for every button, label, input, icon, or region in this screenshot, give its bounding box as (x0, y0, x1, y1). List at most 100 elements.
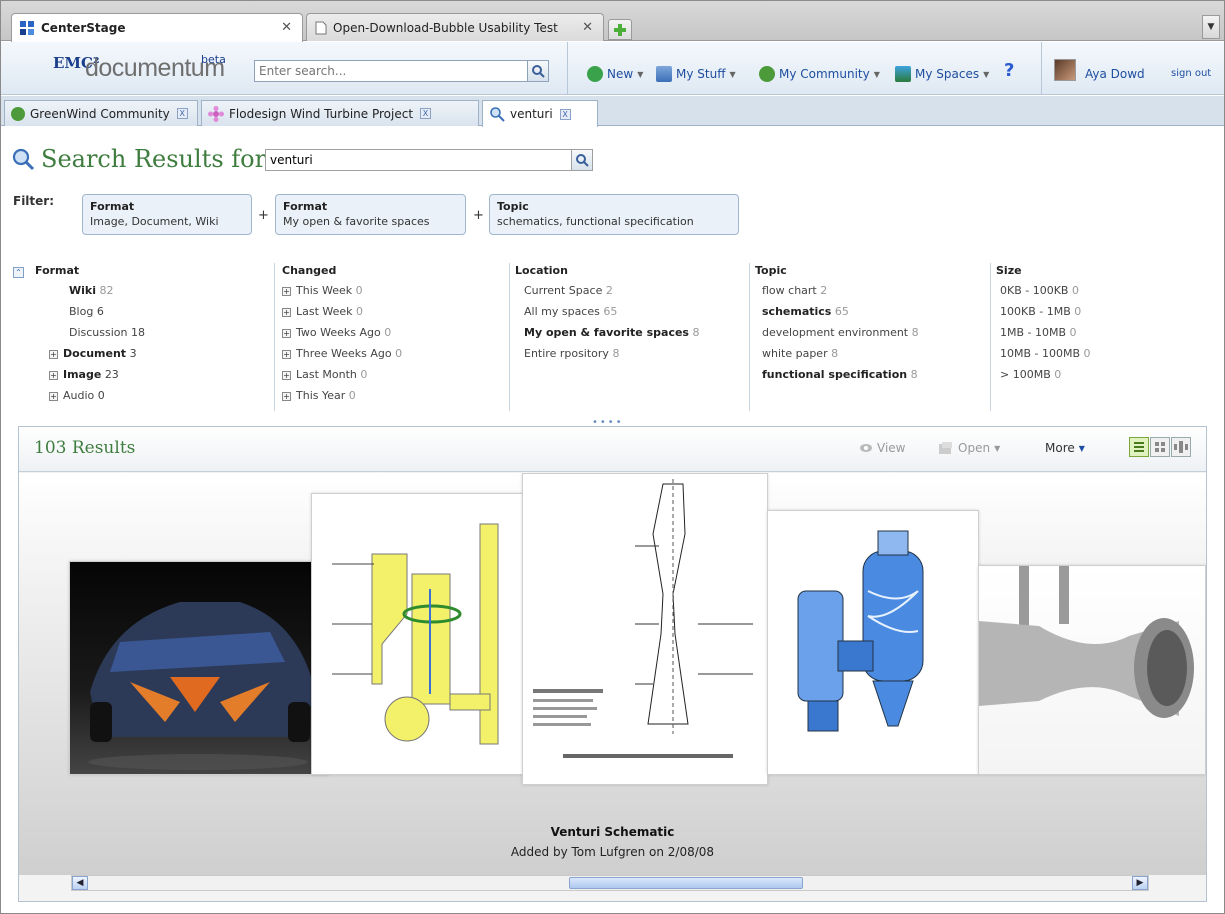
tab-flodesign-project[interactable]: Flodesign Wind Turbine Project X (201, 100, 479, 126)
facet-count: 0 (355, 284, 363, 297)
facet-count: 0 (395, 347, 403, 360)
grid-view-icon[interactable] (1150, 437, 1170, 457)
expand-icon[interactable]: + (49, 349, 58, 359)
expand-icon[interactable]: + (282, 286, 291, 296)
facet-item-size-2[interactable]: 100KB - 1MB 0 (996, 301, 1216, 322)
my-stuff-menu[interactable]: My Stuff ▼ (656, 66, 736, 82)
tab-venturi[interactable]: venturi X (482, 100, 598, 127)
facet-item-two-weeks-ago[interactable]: + Two Weeks Ago 0 (282, 322, 507, 343)
expand-icon[interactable]: + (282, 328, 291, 338)
coverflow-view-icon[interactable] (1171, 437, 1191, 457)
more-label: More (1045, 441, 1075, 455)
facet-item-audio[interactable]: + Audio 0 (35, 385, 265, 406)
sign-out-link[interactable]: sign out (1171, 68, 1211, 79)
facet-item-three-weeks-ago[interactable]: + Three Weeks Ago 0 (282, 343, 507, 364)
my-spaces-menu[interactable]: My Spaces ▼ (895, 66, 989, 82)
workspace-tab-bar: GreenWind Community X Flodesign Wind Tur… (1, 96, 1224, 127)
result-thumbnail[interactable] (311, 493, 527, 775)
facet-item-size-3[interactable]: 1MB - 10MB 0 (996, 322, 1216, 343)
facet-label: Discussion (69, 326, 128, 339)
filter-chip-format-types[interactable]: Format Image, Document, Wiki (82, 194, 252, 235)
browser-tab-centerstage[interactable]: CenterStage ✕ (11, 13, 303, 42)
open-button[interactable]: Open ▼ (938, 441, 1000, 455)
facet-item-flow-chart[interactable]: flow chart 2 (755, 280, 985, 301)
facet-item-development-environment[interactable]: development environment 8 (755, 322, 985, 343)
facet-count: 8 (692, 326, 700, 339)
tab-greenwind-community[interactable]: GreenWind Community X (4, 100, 198, 126)
project-icon (208, 105, 224, 122)
facet-item-schematics[interactable]: schematics 65 (755, 301, 985, 322)
facet-item-current-space[interactable]: Current Space 2 (515, 280, 745, 301)
global-search-button[interactable] (527, 60, 549, 82)
facet-label: My open & favorite spaces (524, 326, 689, 339)
chevron-down-icon: ▼ (1207, 22, 1215, 32)
facet-count: 8 (612, 347, 620, 360)
facet-item-size-4[interactable]: 10MB - 100MB 0 (996, 343, 1216, 364)
close-tab-icon[interactable]: ✕ (582, 20, 593, 35)
help-icon[interactable]: ? (1004, 60, 1014, 81)
result-thumbnail[interactable] (978, 565, 1206, 775)
search-button[interactable] (571, 149, 593, 171)
close-icon[interactable]: X (559, 108, 571, 120)
global-search-input[interactable] (255, 61, 525, 81)
results-header: 103 Results View Open ▼ More ▼ (19, 427, 1206, 472)
expand-icon[interactable]: + (282, 349, 291, 359)
user-name-link[interactable]: Aya Dowd (1085, 67, 1145, 81)
facet-label: This Year (296, 389, 346, 402)
search-query-input[interactable] (266, 150, 566, 170)
new-menu[interactable]: New ▼ (587, 66, 643, 82)
facet-label: 1MB - 10MB (1000, 326, 1067, 339)
gallery-scrollbar[interactable]: ◀ ▶ (71, 875, 1149, 891)
facet-item-this-year[interactable]: + This Year 0 (282, 385, 507, 406)
expand-icon[interactable]: + (49, 391, 58, 401)
scroll-left-icon[interactable]: ◀ (72, 876, 88, 890)
facet-item-entire-repository[interactable]: Entire rpository 8 (515, 343, 745, 364)
filter-joiner: + (258, 208, 269, 223)
more-button[interactable]: More ▼ (1045, 441, 1085, 455)
view-label: View (877, 441, 906, 455)
view-button[interactable]: View (859, 441, 905, 455)
facet-item-this-week[interactable]: + This Week 0 (282, 280, 507, 301)
close-icon[interactable]: X (420, 108, 432, 119)
tab-list-button[interactable]: ▼ (1202, 15, 1220, 39)
facet-item-last-week[interactable]: + Last Week 0 (282, 301, 507, 322)
facet-item-functional-specification[interactable]: functional specification 8 (755, 364, 985, 385)
facet-item-blog[interactable]: Blog 6 (35, 301, 265, 322)
scroll-right-icon[interactable]: ▶ (1132, 876, 1148, 890)
filter-chip-topic[interactable]: Topic schematics, functional specificati… (489, 194, 739, 235)
facet-item-open-favorite-spaces[interactable]: My open & favorite spaces 8 (515, 322, 745, 343)
result-thumbnail-selected[interactable] (522, 473, 768, 785)
expand-icon[interactable]: + (282, 307, 291, 317)
result-thumbnail[interactable] (767, 510, 979, 775)
close-tab-icon[interactable]: ✕ (281, 20, 292, 35)
browser-tab-usability-test[interactable]: Open-Download-Bubble Usability Test ✕ (306, 13, 604, 41)
expand-icon[interactable]: + (49, 370, 58, 380)
facet-item-white-paper[interactable]: white paper 8 (755, 343, 985, 364)
facet-label: Image (63, 368, 102, 381)
filter-chip-format-spaces[interactable]: Format My open & favorite spaces (275, 194, 466, 235)
facet-item-size-1[interactable]: 0KB - 100KB 0 (996, 280, 1216, 301)
list-view-icon[interactable] (1129, 437, 1149, 457)
close-icon[interactable]: X (176, 108, 188, 119)
my-community-menu[interactable]: My Community ▼ (759, 66, 880, 82)
tab-label: GreenWind Community (30, 106, 170, 121)
scroll-thumb[interactable] (569, 877, 803, 889)
facet-item-size-5[interactable]: > 100MB 0 (996, 364, 1216, 385)
new-tab-button[interactable] (608, 19, 632, 40)
facet-label: Document (63, 347, 127, 360)
facet-item-document[interactable]: + Document 3 (35, 343, 265, 364)
expand-icon[interactable]: + (282, 391, 291, 401)
facet-location: Location Current Space 2 All my spaces 6… (515, 263, 745, 411)
collapse-facets-icon[interactable]: ⌃ (13, 267, 24, 278)
facet-label: > 100MB (1000, 368, 1051, 381)
facet-item-wiki[interactable]: Wiki 82 (35, 280, 265, 301)
avatar[interactable] (1054, 59, 1076, 81)
facet-item-discussion[interactable]: Discussion 18 (35, 322, 265, 343)
facet-item-last-month[interactable]: + Last Month 0 (282, 364, 507, 385)
facet-item-image[interactable]: + Image 23 (35, 364, 265, 385)
facet-title: Format (35, 264, 80, 277)
result-thumbnail[interactable] (69, 561, 329, 775)
expand-icon[interactable]: + (282, 370, 291, 380)
facet-title: Size (996, 264, 1022, 277)
facet-item-all-my-spaces[interactable]: All my spaces 65 (515, 301, 745, 322)
